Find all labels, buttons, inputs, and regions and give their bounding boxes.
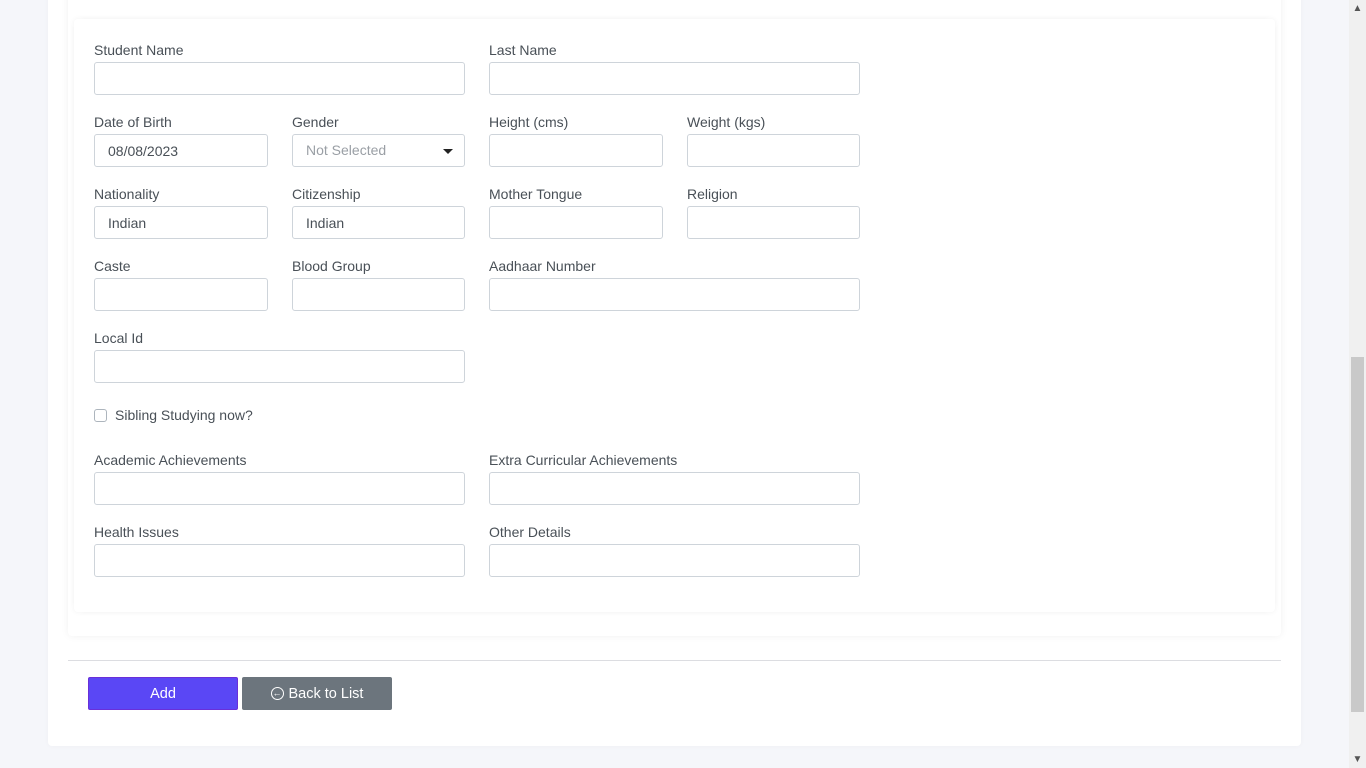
mother-tongue-label: Mother Tongue bbox=[489, 186, 583, 202]
student-name-input[interactable] bbox=[94, 62, 465, 95]
other-details-field: Other Details bbox=[489, 522, 860, 577]
add-button[interactable]: Add bbox=[88, 677, 238, 710]
caste-field: Caste bbox=[94, 256, 268, 311]
nationality-field: Nationality bbox=[94, 184, 268, 239]
caste-input[interactable] bbox=[94, 278, 268, 311]
extra-curricular-field: Extra Curricular Achievements bbox=[489, 450, 860, 505]
health-issues-input[interactable] bbox=[94, 544, 465, 577]
caste-label: Caste bbox=[94, 258, 131, 274]
health-issues-label: Health Issues bbox=[94, 524, 179, 540]
mother-tongue-field: Mother Tongue bbox=[489, 184, 663, 239]
caret-down-icon bbox=[443, 149, 453, 154]
academic-achievements-input[interactable] bbox=[94, 472, 465, 505]
aadhaar-label: Aadhaar Number bbox=[489, 258, 596, 274]
aadhaar-field: Aadhaar Number bbox=[489, 256, 860, 311]
gender-field: Gender Not Selected bbox=[292, 112, 465, 167]
add-button-label: Add bbox=[150, 685, 176, 702]
dob-field: Date of Birth bbox=[94, 112, 268, 167]
extra-curricular-input[interactable] bbox=[489, 472, 860, 505]
extra-curricular-label: Extra Curricular Achievements bbox=[489, 452, 678, 468]
dob-input[interactable] bbox=[94, 134, 268, 167]
scrollbar-thumb[interactable] bbox=[1351, 357, 1364, 712]
student-name-field: Student Name bbox=[94, 40, 465, 95]
gender-select[interactable]: Not Selected bbox=[292, 134, 465, 167]
religion-input[interactable] bbox=[687, 206, 860, 239]
scroll-up-icon[interactable]: ▲ bbox=[1349, 0, 1366, 17]
health-issues-field: Health Issues bbox=[94, 522, 465, 577]
last-name-input[interactable] bbox=[489, 62, 860, 95]
aadhaar-input[interactable] bbox=[489, 278, 860, 311]
local-id-label: Local Id bbox=[94, 330, 144, 346]
other-details-label: Other Details bbox=[489, 524, 571, 540]
sibling-checkbox-row[interactable]: Sibling Studying now? bbox=[94, 405, 253, 425]
academic-achievements-field: Academic Achievements bbox=[94, 450, 465, 505]
arrow-left-circle-icon: ← bbox=[270, 687, 284, 700]
weight-field: Weight (kgs) bbox=[687, 112, 860, 167]
citizenship-input[interactable] bbox=[292, 206, 465, 239]
local-id-input[interactable] bbox=[94, 350, 465, 383]
back-to-list-button[interactable]: ← Back to List bbox=[242, 677, 392, 710]
citizenship-label: Citizenship bbox=[292, 186, 361, 202]
height-field: Height (cms) bbox=[489, 112, 663, 167]
last-name-field: Last Name bbox=[489, 40, 860, 95]
citizenship-field: Citizenship bbox=[292, 184, 465, 239]
local-id-field: Local Id bbox=[94, 328, 465, 383]
back-to-list-label: Back to List bbox=[288, 685, 364, 702]
blood-group-field: Blood Group bbox=[292, 256, 465, 311]
weight-input[interactable] bbox=[687, 134, 860, 167]
dob-label: Date of Birth bbox=[94, 114, 172, 130]
sibling-checkbox-label: Sibling Studying now? bbox=[115, 407, 253, 423]
academic-achievements-label: Academic Achievements bbox=[94, 452, 247, 468]
mother-tongue-input[interactable] bbox=[489, 206, 663, 239]
gender-label: Gender bbox=[292, 114, 339, 130]
nationality-input[interactable] bbox=[94, 206, 268, 239]
other-details-input[interactable] bbox=[489, 544, 860, 577]
religion-field: Religion bbox=[687, 184, 860, 239]
scroll-down-icon[interactable]: ▼ bbox=[1349, 751, 1366, 768]
blood-group-input[interactable] bbox=[292, 278, 465, 311]
student-name-label: Student Name bbox=[94, 42, 184, 58]
weight-label: Weight (kgs) bbox=[687, 114, 766, 130]
page: Student Name Last Name Date of Birth Gen… bbox=[0, 0, 1349, 768]
religion-label: Religion bbox=[687, 186, 738, 202]
sibling-checkbox[interactable] bbox=[94, 408, 107, 422]
height-input[interactable] bbox=[489, 134, 663, 167]
nationality-label: Nationality bbox=[94, 186, 160, 202]
blood-group-label: Blood Group bbox=[292, 258, 371, 274]
height-label: Height (cms) bbox=[489, 114, 569, 130]
vertical-scrollbar[interactable]: ▲ ▼ bbox=[1349, 0, 1366, 768]
gender-selected-value: Not Selected bbox=[306, 142, 387, 158]
last-name-label: Last Name bbox=[489, 42, 557, 58]
divider bbox=[68, 660, 1281, 661]
